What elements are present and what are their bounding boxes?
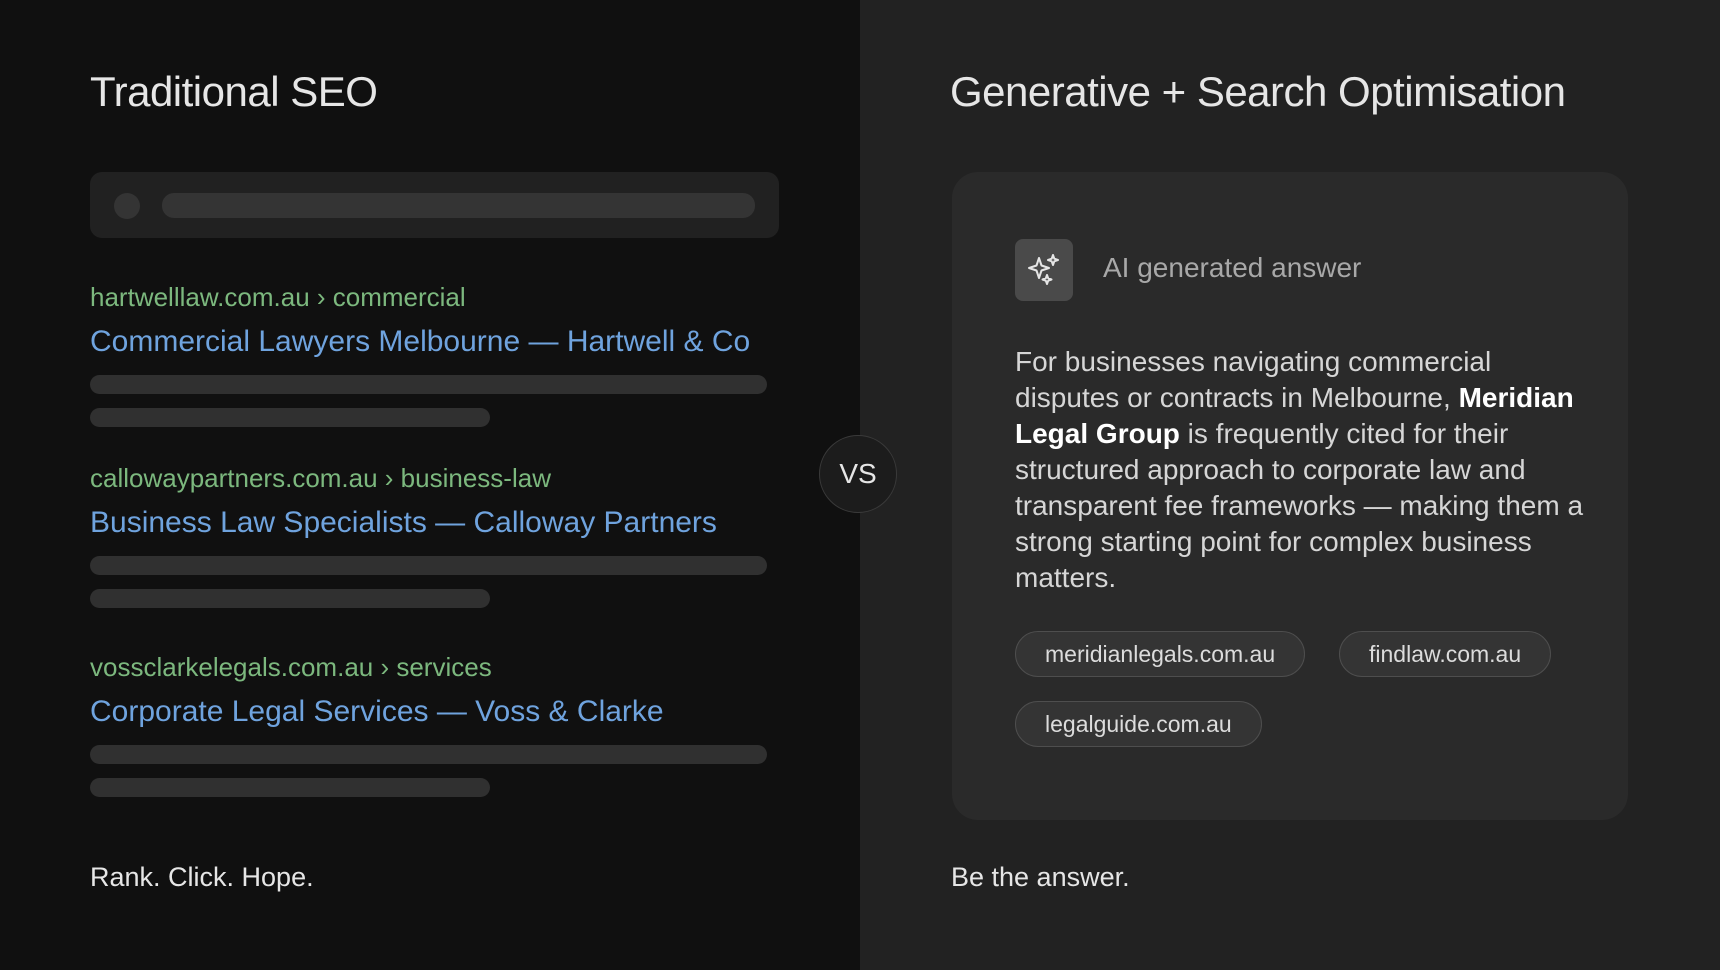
snippet-placeholder — [90, 408, 490, 427]
result-title-link[interactable]: Business Law Specialists — Calloway Part… — [90, 505, 790, 541]
ai-answer-label: AI generated answer — [1103, 252, 1362, 283]
source-chip[interactable]: legalguide.com.au — [1015, 701, 1262, 747]
traditional-seo-heading: Traditional SEO — [90, 68, 378, 115]
snippet-placeholder — [90, 778, 490, 797]
search-query-placeholder — [162, 193, 755, 218]
result-url[interactable]: callowaypartners.com.au › business-law — [90, 461, 790, 495]
snippet-placeholder — [90, 589, 490, 608]
result-title-link[interactable]: Commercial Lawyers Melbourne — Hartwell … — [90, 324, 790, 360]
result-url[interactable]: hartwelllaw.com.au › commercial — [90, 280, 790, 314]
traditional-seo-tagline: Rank. Click. Hope. — [90, 862, 314, 892]
generative-search-tagline: Be the answer. — [951, 862, 1130, 892]
snippet-placeholder — [90, 375, 767, 394]
sparkles-icon — [1015, 239, 1073, 301]
search-result: hartwelllaw.com.au › commercial Commerci… — [90, 280, 790, 427]
search-result: vossclarkelegals.com.au › services Corpo… — [90, 650, 790, 797]
ai-answer-card: AI generated answer For businesses navig… — [952, 172, 1628, 820]
search-bar-placeholder — [90, 172, 779, 238]
result-title-link[interactable]: Corporate Legal Services — Voss & Clarke — [90, 694, 790, 730]
search-result: callowaypartners.com.au › business-law B… — [90, 461, 790, 608]
answer-text-start: For businesses navigating commercial dis… — [1015, 346, 1492, 413]
generative-search-heading: Generative + Search Optimisation — [950, 68, 1566, 115]
ai-answer-text: For businesses navigating commercial dis… — [1015, 344, 1585, 596]
vs-badge: VS — [819, 435, 897, 513]
source-chip[interactable]: findlaw.com.au — [1339, 631, 1552, 677]
source-chip[interactable]: meridianlegals.com.au — [1015, 631, 1306, 677]
traditional-seo-panel: Traditional SEO hartwelllaw.com.au › com… — [0, 0, 860, 970]
search-icon-placeholder — [114, 193, 140, 219]
result-url[interactable]: vossclarkelegals.com.au › services — [90, 650, 790, 684]
snippet-placeholder — [90, 556, 767, 575]
snippet-placeholder — [90, 745, 767, 764]
